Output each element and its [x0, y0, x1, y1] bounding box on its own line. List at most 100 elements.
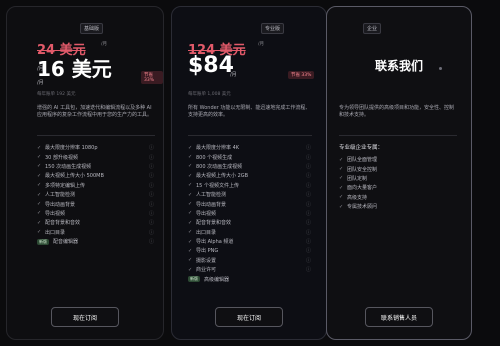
- check-icon: ✓: [37, 219, 42, 226]
- feature-list: ✓ 最大限度分辨率 1080p ⓘ ✓ 30 部升级视频 ⓘ ✓ 150 次动画生成视频 ⓘ…: [37, 143, 155, 246]
- info-icon[interactable]: ⓘ: [306, 154, 311, 161]
- check-icon: ✓: [37, 144, 42, 151]
- new-badge: 新版: [37, 238, 49, 245]
- tier-tag: 企业: [363, 23, 382, 34]
- list-item: 新版 配音编辑器 ⓘ: [37, 238, 155, 246]
- plan-description: 增强的 AI 工具包，加速迭代和编辑流程以及多种 AI 应用程序的复杂工作流程中…: [37, 105, 153, 119]
- pricing-card-pro: 专业版 124 美元 /月 $84 /月 节省 33% 每年账单 1,008 美…: [171, 6, 327, 340]
- check-icon: ✓: [188, 201, 193, 208]
- check-icon: ✓: [37, 182, 42, 189]
- price: $84: [188, 53, 234, 78]
- subscribe-button[interactable]: 现在订阅: [215, 307, 283, 327]
- divider: [188, 135, 312, 136]
- list-item: ✓ 30 部升级视频 ⓘ: [37, 154, 155, 161]
- check-icon: ✓: [37, 201, 42, 208]
- info-icon[interactable]: ⓘ: [306, 257, 311, 264]
- info-icon[interactable]: ⓘ: [149, 210, 154, 217]
- list-item: ✓ 人工智能检测 ⓘ: [188, 191, 312, 199]
- info-icon[interactable]: ⓘ: [306, 144, 311, 151]
- info-icon[interactable]: ⓘ: [149, 154, 154, 161]
- new-badge: 新版: [188, 276, 200, 283]
- list-item: ✓ 面向大量客户: [339, 184, 378, 192]
- list-item: ✓ 高级支持: [339, 194, 368, 201]
- list-item: ✓ 出口目录 ⓘ: [188, 229, 312, 236]
- check-icon: ✓: [188, 154, 193, 161]
- info-icon[interactable]: ⓘ: [306, 229, 311, 236]
- info-icon[interactable]: ⓘ: [306, 238, 311, 245]
- info-icon[interactable]: ⓘ: [149, 182, 154, 189]
- info-icon[interactable]: ⓘ: [306, 172, 311, 179]
- list-item: ✓ 出口目录 ⓘ: [37, 229, 155, 236]
- info-icon[interactable]: ⓘ: [149, 163, 154, 170]
- list-item: ✓ 团队全面管理: [339, 156, 378, 164]
- check-icon: ✓: [37, 210, 42, 217]
- info-icon[interactable]: ⓘ: [149, 201, 154, 208]
- info-icon[interactable]: ⓘ: [306, 266, 311, 273]
- list-item: ✓ 导出动画背景 ⓘ: [188, 201, 312, 208]
- check-icon: ✓: [188, 191, 193, 198]
- info-icon[interactable]: ⓘ: [306, 201, 311, 208]
- subscribe-button[interactable]: 现在订阅: [51, 307, 119, 327]
- check-icon: ✓: [188, 229, 193, 236]
- old-price-note: /月: [258, 42, 265, 47]
- list-item: 新版 高级编辑器: [188, 276, 230, 283]
- check-icon: ✓: [339, 194, 344, 201]
- contact-title: 联系我们: [374, 59, 423, 73]
- list-item: ✓ 800 次动画生成视频 ⓘ: [188, 163, 312, 170]
- tier-tag: 专业版: [260, 23, 284, 34]
- list-item: ✓ 150 次动画生成视频 ⓘ: [37, 163, 155, 170]
- info-icon[interactable]: ⓘ: [149, 238, 154, 245]
- save-badge: 节省 33%: [141, 71, 163, 84]
- list-item: ✓ 配音背景和音效 ⓘ: [188, 219, 312, 227]
- plan-description: 所有 Wonder 功能以无限制、能迅速地完成工作流程、支持更高的效率。: [188, 105, 311, 119]
- check-icon: ✓: [188, 182, 193, 189]
- check-icon: ✓: [339, 175, 344, 182]
- info-icon[interactable]: ⓘ: [149, 172, 154, 179]
- feature-heading: 专业级企业专属：: [339, 145, 384, 151]
- price: 16 美元: [37, 57, 112, 81]
- list-item: ✓ 最大视频上传大小 2GB ⓘ: [188, 172, 312, 180]
- save-badge: 节省 33%: [288, 71, 315, 79]
- divider: [37, 135, 155, 136]
- list-item: ✓ 导出视频 ⓘ: [188, 210, 312, 217]
- info-icon[interactable]: ⓘ: [306, 247, 311, 254]
- info-icon[interactable]: ⓘ: [306, 210, 311, 217]
- check-icon: ✓: [339, 166, 344, 173]
- check-icon: ✓: [188, 219, 193, 226]
- list-item: ✓ 最大视频上传大小 500MB ⓘ: [37, 172, 155, 180]
- list-item: ✓ 配音背景和音效 ⓘ: [37, 219, 155, 227]
- old-price-note: /月: [101, 42, 108, 47]
- check-icon: ✓: [188, 144, 193, 151]
- check-icon: ✓: [339, 156, 344, 163]
- info-icon[interactable]: ⓘ: [149, 144, 154, 151]
- info-icon[interactable]: ⓘ: [149, 191, 154, 198]
- info-icon[interactable]: ⓘ: [149, 229, 154, 236]
- dot-icon: [439, 67, 442, 70]
- list-item: ✓ 最大限度分辨率 1080p ⓘ: [37, 144, 155, 152]
- check-icon: ✓: [339, 184, 344, 191]
- check-icon: ✓: [37, 172, 42, 179]
- check-icon: ✓: [188, 172, 193, 179]
- list-item: ✓ 导出动画背景 ⓘ: [37, 201, 155, 208]
- price-period: /月: [230, 72, 237, 78]
- check-icon: ✓: [188, 210, 193, 217]
- info-icon[interactable]: ⓘ: [149, 219, 154, 226]
- price-period-alt: /月: [37, 80, 44, 86]
- list-item: ✓ 商业许可 ⓘ: [188, 266, 312, 274]
- check-icon: ✓: [37, 154, 42, 161]
- check-icon: ✓: [37, 163, 42, 170]
- info-icon[interactable]: ⓘ: [306, 191, 311, 198]
- tier-tag: 基础版: [79, 23, 103, 34]
- price-period: /月: [37, 66, 44, 72]
- feature-list: ✓ 团队全面管理 ✓ 团队安全控制 ✓ 团队定制 ✓ 面向大量客户 ✓ 高级支持 ✓ 专属技…: [339, 155, 457, 211]
- list-item: ✓ 摄影设置 ⓘ: [188, 257, 312, 264]
- list-item: ✓ 团队安全控制: [339, 166, 378, 173]
- info-icon[interactable]: ⓘ: [306, 219, 311, 226]
- billing-note: 每年账单 1,008 美元: [188, 92, 231, 97]
- check-icon: ✓: [37, 229, 42, 236]
- info-icon[interactable]: ⓘ: [306, 163, 311, 170]
- contact-sales-button[interactable]: 联系销售人员: [365, 307, 433, 327]
- info-icon[interactable]: ⓘ: [306, 182, 311, 189]
- list-item: ✓ 最大限度分辨率 4K ⓘ: [188, 144, 312, 152]
- list-item: ✓ 专属技术顾问: [339, 203, 378, 211]
